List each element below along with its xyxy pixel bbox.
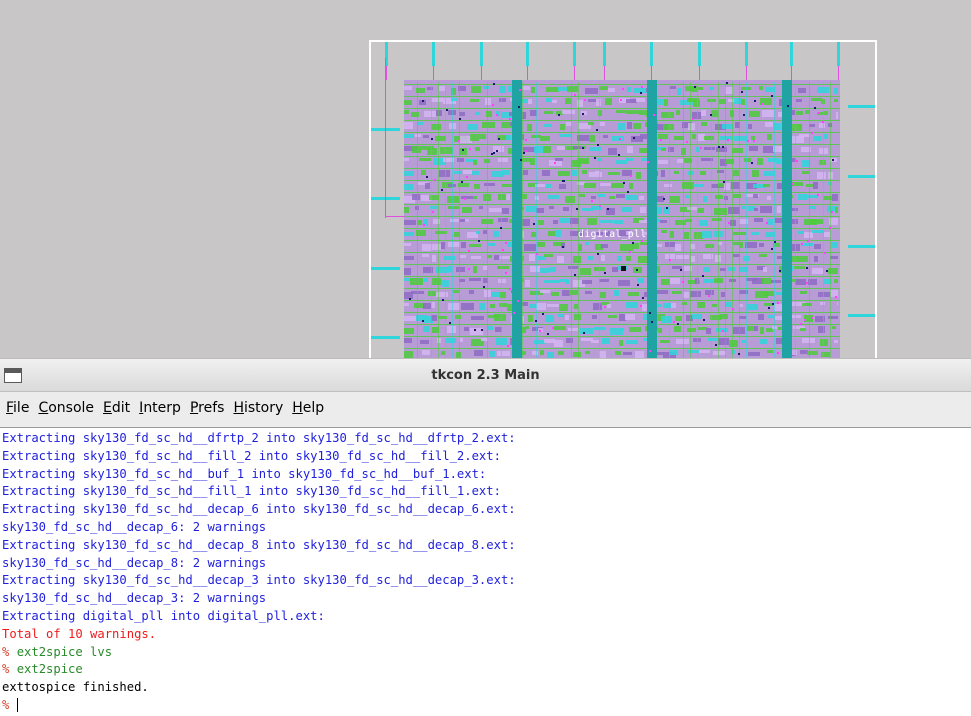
output-text: Extracting sky130_fd_sc_hd__decap_6 into… bbox=[2, 502, 516, 517]
output-text: Extracting sky130_fd_sc_hd__fill_2 into … bbox=[2, 448, 501, 463]
menu-edit[interactable]: Edit bbox=[103, 400, 130, 416]
menu-history[interactable]: History bbox=[233, 400, 283, 416]
console-line: Extracting sky130_fd_sc_hd__fill_2 into … bbox=[0, 448, 971, 466]
menu-label: refs bbox=[198, 400, 225, 416]
menu-label: ile bbox=[13, 400, 30, 416]
console-line: Total of 10 warnings. bbox=[0, 626, 971, 644]
menu-help[interactable]: Help bbox=[292, 400, 324, 416]
console-line: Extracting sky130_fd_sc_hd__decap_8 into… bbox=[0, 537, 971, 555]
menu-label: nterp bbox=[143, 400, 181, 416]
console-line: sky130_fd_sc_hd__decap_6: 2 warnings bbox=[0, 519, 971, 537]
console-line: % ext2spice lvs bbox=[0, 644, 971, 662]
output-text: Extracting sky130_fd_sc_hd__dfrtp_2 into… bbox=[2, 431, 516, 445]
layout-canvas[interactable]: digital_pll bbox=[0, 0, 971, 358]
warning-summary: Total of 10 warnings. bbox=[2, 626, 157, 641]
console-line: sky130_fd_sc_hd__decap_8: 2 warnings bbox=[0, 555, 971, 573]
output-text: sky130_fd_sc_hd__decap_8: 2 warnings bbox=[2, 555, 267, 570]
command-text: ext2spice bbox=[16, 662, 83, 677]
menu-label: elp bbox=[302, 400, 325, 416]
output-text: exttospice finished. bbox=[2, 680, 149, 695]
console-line: sky130_fd_sc_hd__decap_3: 2 warnings bbox=[0, 590, 971, 608]
console-line: Extracting sky130_fd_sc_hd__fill_1 into … bbox=[0, 483, 971, 501]
output-text: sky130_fd_sc_hd__decap_3: 2 warnings bbox=[2, 591, 267, 606]
command-text: ext2spice lvs bbox=[16, 644, 113, 659]
menu-mnemonic: H bbox=[292, 400, 303, 416]
console-line: Extracting sky130_fd_sc_hd__decap_3 into… bbox=[0, 572, 971, 590]
menu-label: istory bbox=[243, 400, 284, 416]
console-line: Extracting sky130_fd_sc_hd__dfrtp_2 into… bbox=[0, 430, 971, 448]
output-text: Extracting digital_pll into digital_pll.… bbox=[2, 608, 325, 623]
console-line: Extracting sky130_fd_sc_hd__decap_6 into… bbox=[0, 501, 971, 519]
output-text: sky130_fd_sc_hd__decap_6: 2 warnings bbox=[2, 519, 267, 534]
prompt-symbol: % bbox=[2, 662, 17, 677]
window-title: tkcon 2.3 Main bbox=[431, 368, 540, 383]
menu-label: onsole bbox=[48, 400, 95, 416]
menu-interp[interactable]: Interp bbox=[139, 400, 181, 416]
output-text: Extracting sky130_fd_sc_hd__decap_8 into… bbox=[2, 537, 516, 552]
menu-bar: File Console Edit Interp Prefs History Help bbox=[0, 392, 971, 424]
menu-mnemonic: H bbox=[233, 400, 244, 416]
console-line: % ext2spice bbox=[0, 661, 971, 679]
menu-mnemonic: E bbox=[103, 400, 112, 416]
cell-label: digital_pll bbox=[578, 229, 647, 240]
text-cursor bbox=[16, 698, 18, 713]
menu-label: dit bbox=[111, 400, 131, 416]
prompt-symbol: % bbox=[2, 644, 17, 659]
prompt-symbol: % bbox=[2, 697, 17, 712]
console-line: Extracting digital_pll into digital_pll.… bbox=[0, 608, 971, 626]
output-text: Extracting sky130_fd_sc_hd__decap_3 into… bbox=[2, 573, 516, 588]
tkcon-window: tkcon 2.3 Main File Console Edit Interp Pref… bbox=[0, 358, 971, 716]
menu-mnemonic: P bbox=[189, 400, 199, 416]
menu-file[interactable]: File bbox=[6, 400, 29, 416]
console-line: % bbox=[0, 697, 971, 715]
menu-mnemonic: F bbox=[6, 400, 14, 416]
console-line: Extracting sky130_fd_sc_hd__buf_1 into s… bbox=[0, 466, 971, 484]
output-text: Extracting sky130_fd_sc_hd__buf_1 into s… bbox=[2, 466, 487, 481]
console-line: exttospice finished. bbox=[0, 679, 971, 697]
menu-prefs[interactable]: Prefs bbox=[190, 400, 225, 416]
output-text: Extracting sky130_fd_sc_hd__fill_1 into … bbox=[2, 484, 501, 499]
menu-mnemonic: C bbox=[38, 400, 49, 416]
console-output[interactable]: Extracting sky130_fd_sc_hd__dfrtp_2 into… bbox=[0, 427, 971, 716]
die-boundary bbox=[369, 40, 877, 358]
menu-console[interactable]: Console bbox=[38, 400, 94, 416]
title-bar[interactable]: tkcon 2.3 Main bbox=[0, 358, 971, 392]
